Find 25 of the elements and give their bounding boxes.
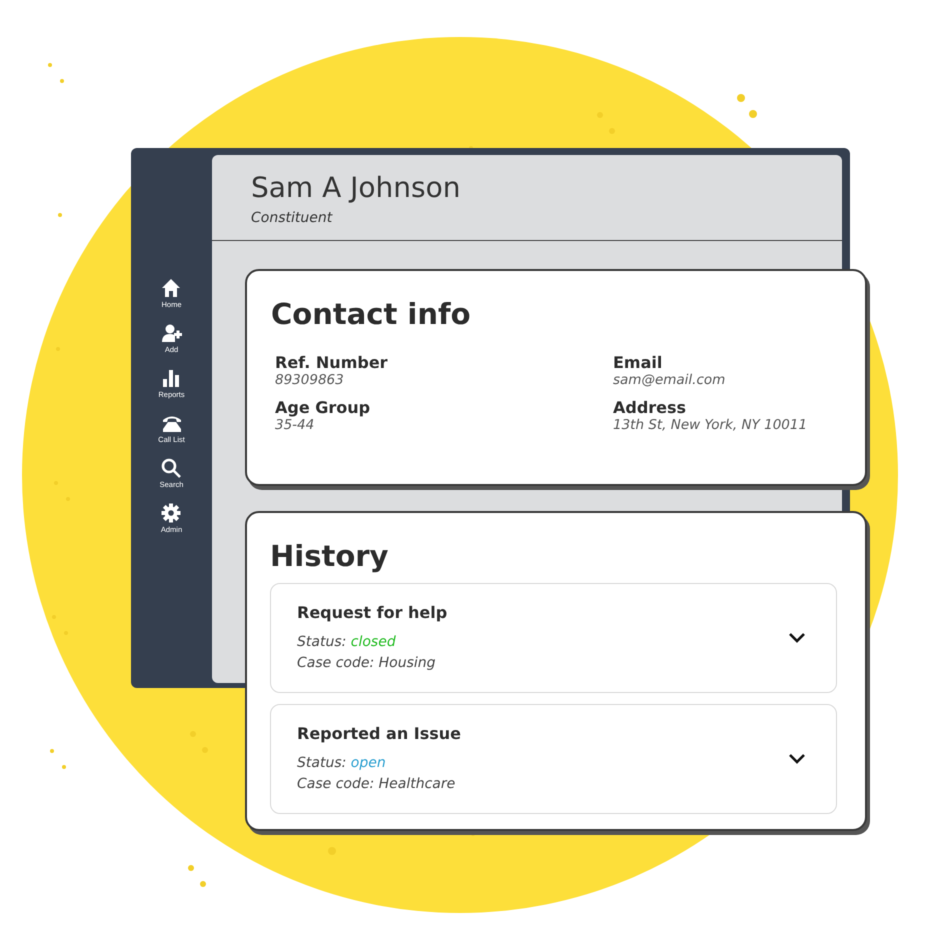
history-title: Request for help — [297, 603, 448, 622]
card-title: Contact info — [271, 297, 472, 331]
bar-chart-icon — [161, 368, 182, 388]
field-value: 35-44 — [275, 417, 316, 433]
search-icon — [161, 458, 182, 478]
field-label: Address — [613, 398, 688, 417]
field-label: Age Group — [275, 398, 372, 417]
field-value: 89309863 — [275, 372, 345, 388]
field-value: 13th St, New York, NY 10011 — [613, 417, 808, 433]
card-title: History — [270, 539, 390, 573]
add-user-icon — [162, 323, 182, 343]
history-item[interactable]: Reported an Issue Status: open Case code: Healthcare — [270, 704, 837, 814]
history-title: Reported an Issue — [297, 724, 462, 744]
status-text: Status: closed — [297, 633, 397, 652]
status-text: Status: open — [297, 754, 387, 774]
field-value: sam@email.com — [613, 372, 726, 388]
profile-role: Constituent — [251, 210, 334, 226]
field-label: Ref. Number — [275, 353, 389, 372]
home-icon — [161, 278, 182, 298]
case-code: Case code: Housing — [297, 654, 437, 672]
case-code: Case code: Healthcare — [297, 774, 456, 794]
field-label: Email — [613, 353, 664, 372]
profile-name: Sam A Johnson — [251, 171, 462, 204]
history-item[interactable]: Request for help Status: closed Case code: Housing — [270, 583, 837, 693]
settings-icon — [161, 503, 182, 523]
